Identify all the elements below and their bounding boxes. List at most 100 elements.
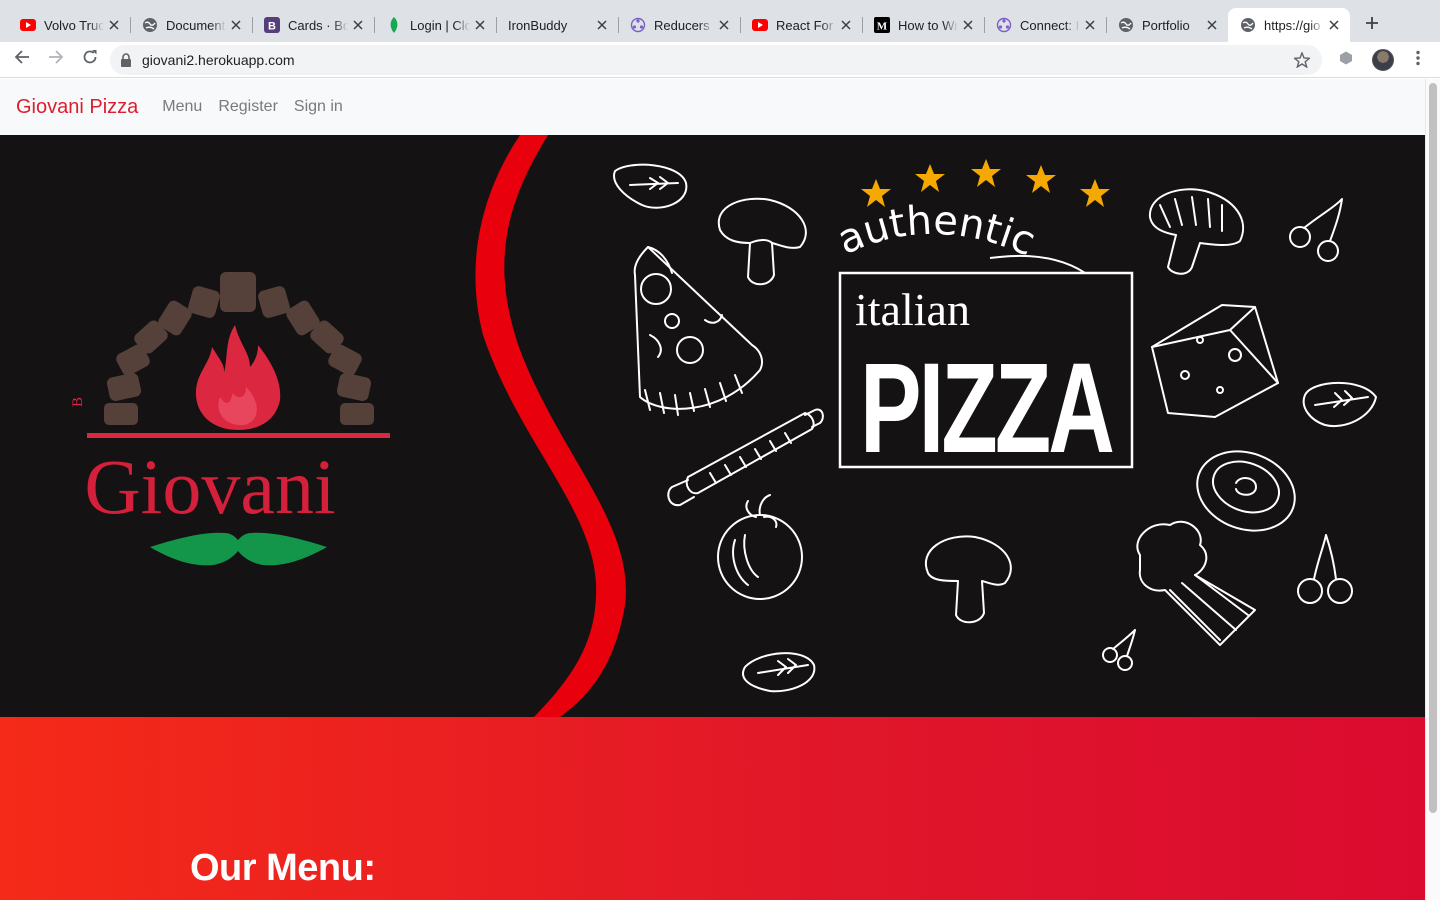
cherry-icon xyxy=(1289,198,1343,262)
new-tab-button[interactable] xyxy=(1358,11,1386,39)
menu-section-title: Our Menu: xyxy=(190,847,376,889)
tab-title: https://gio xyxy=(1264,17,1321,33)
scrollbar-thumb[interactable] xyxy=(1429,83,1437,813)
close-tab-icon[interactable] xyxy=(106,17,122,33)
cheese-icon xyxy=(1151,304,1279,418)
url-text: giovani2.herokuapp.com xyxy=(142,52,295,68)
browser-tab[interactable]: Login | Clo xyxy=(374,8,496,42)
medium-icon: M xyxy=(874,17,890,33)
bootstrap-icon: B xyxy=(264,17,280,33)
star-icon xyxy=(1026,165,1056,193)
close-tab-icon[interactable] xyxy=(1204,17,1220,33)
tab-title: Login | Clo xyxy=(410,17,470,33)
mushroom-icon xyxy=(1148,188,1245,275)
basil-leaf-icon xyxy=(613,163,688,209)
browser-tab-strip: Volvo Truc Document B Cards · Bo Login |… xyxy=(0,0,1440,42)
tab-title: Reducers xyxy=(654,17,710,33)
tab-title: Connect: I xyxy=(1020,17,1080,33)
tab-title: Volvo Truc xyxy=(44,17,104,33)
globe-icon xyxy=(1118,17,1134,33)
mushroom-icon xyxy=(717,197,807,286)
apollo-icon xyxy=(996,17,1012,33)
browser-tab-active[interactable]: https://gio xyxy=(1228,8,1350,42)
close-tab-icon[interactable] xyxy=(594,17,610,33)
youtube-icon xyxy=(752,17,768,33)
back-button[interactable] xyxy=(6,46,38,74)
plus-icon xyxy=(1365,16,1379,35)
reload-icon xyxy=(82,49,98,70)
hero-artwork: B Giovani authentic italian PIZZA xyxy=(70,135,1377,717)
tab-title: IronBuddy xyxy=(508,17,568,33)
browser-tab[interactable]: Volvo Truc xyxy=(8,8,130,42)
pizza-slice-icon xyxy=(633,246,763,416)
browser-tab[interactable]: Portfolio xyxy=(1106,8,1228,42)
nav-link-sign-in[interactable]: Sign in xyxy=(294,98,343,116)
star-icon xyxy=(1080,179,1110,207)
rating-stars xyxy=(861,159,1110,207)
broccoli-icon xyxy=(1136,520,1256,646)
apollo-icon xyxy=(630,17,646,33)
browser-tab[interactable]: M How to Wr xyxy=(862,8,984,42)
browser-tab[interactable]: React For xyxy=(740,8,862,42)
page-scrollbar[interactable] xyxy=(1425,79,1440,900)
close-tab-icon[interactable] xyxy=(228,17,244,33)
tab-title: React For xyxy=(776,17,834,33)
close-tab-icon[interactable] xyxy=(838,17,854,33)
tab-title: Portfolio xyxy=(1142,17,1190,33)
close-tab-icon[interactable] xyxy=(960,17,976,33)
youtube-icon xyxy=(20,17,36,33)
tomato-icon xyxy=(717,494,803,600)
logo-wordmark: Giovani xyxy=(84,443,335,530)
logo-divider xyxy=(87,433,390,438)
close-tab-icon[interactable] xyxy=(472,17,488,33)
cherry-icon xyxy=(1102,629,1136,671)
browser-tab[interactable]: B Cards · Bo xyxy=(252,8,374,42)
extension-button[interactable] xyxy=(1330,46,1362,74)
browser-tab[interactable]: Reducers xyxy=(618,8,740,42)
svg-text:B: B xyxy=(268,21,276,33)
lock-icon xyxy=(120,53,132,67)
globe-icon xyxy=(1240,17,1256,33)
browser-tab[interactable]: IronBuddy xyxy=(496,8,618,42)
svg-text:M: M xyxy=(877,21,888,33)
brand-link[interactable]: Giovani Pizza xyxy=(16,96,138,119)
star-icon xyxy=(915,164,945,192)
badge-pizza: PIZZA xyxy=(860,337,1113,480)
browser-tab[interactable]: Document xyxy=(130,8,252,42)
arrow-right-icon xyxy=(48,49,64,70)
more-vert-icon xyxy=(1416,50,1420,71)
hero-banner: B Giovani authentic italian PIZZA xyxy=(0,135,1425,717)
logo-small-letter: B xyxy=(70,397,86,407)
close-tab-icon[interactable] xyxy=(1326,17,1342,33)
browser-tab[interactable]: Connect: I xyxy=(984,8,1106,42)
close-tab-icon[interactable] xyxy=(1082,17,1098,33)
browser-toolbar: giovani2.herokuapp.com xyxy=(0,42,1440,78)
giovani-logo: B Giovani xyxy=(70,272,390,566)
close-tab-icon[interactable] xyxy=(350,17,366,33)
mustache-icon xyxy=(150,532,327,566)
leaf-icon xyxy=(386,17,402,33)
mushroom-icon xyxy=(925,535,1012,624)
olive-slice-icon xyxy=(1196,450,1296,532)
arrow-left-icon xyxy=(14,49,30,70)
reload-button[interactable] xyxy=(74,46,106,74)
profile-avatar[interactable] xyxy=(1372,49,1394,71)
site-navbar: Giovani Pizza Menu Register Sign in xyxy=(0,79,1425,135)
tab-title: How to Wr xyxy=(898,17,958,33)
basil-leaf-icon xyxy=(1302,381,1377,428)
nav-link-menu[interactable]: Menu xyxy=(162,98,202,116)
page-viewport: Giovani Pizza Menu Register Sign in B Gi… xyxy=(0,79,1425,900)
star-icon xyxy=(971,159,1001,187)
close-tab-icon[interactable] xyxy=(716,17,732,33)
toolbar-actions xyxy=(1330,42,1440,78)
forward-button[interactable] xyxy=(40,46,72,74)
tab-title: Document xyxy=(166,17,226,33)
address-bar[interactable]: giovani2.herokuapp.com xyxy=(110,45,1322,75)
tab-title: Cards · Bo xyxy=(288,17,348,33)
browser-menu-button[interactable] xyxy=(1406,50,1430,71)
menu-section: Our Menu: xyxy=(0,717,1425,900)
red-wave-shape xyxy=(475,135,626,717)
nav-link-register[interactable]: Register xyxy=(218,98,278,116)
bookmark-star-icon[interactable] xyxy=(1292,51,1312,71)
cherry-icon xyxy=(1297,534,1353,604)
